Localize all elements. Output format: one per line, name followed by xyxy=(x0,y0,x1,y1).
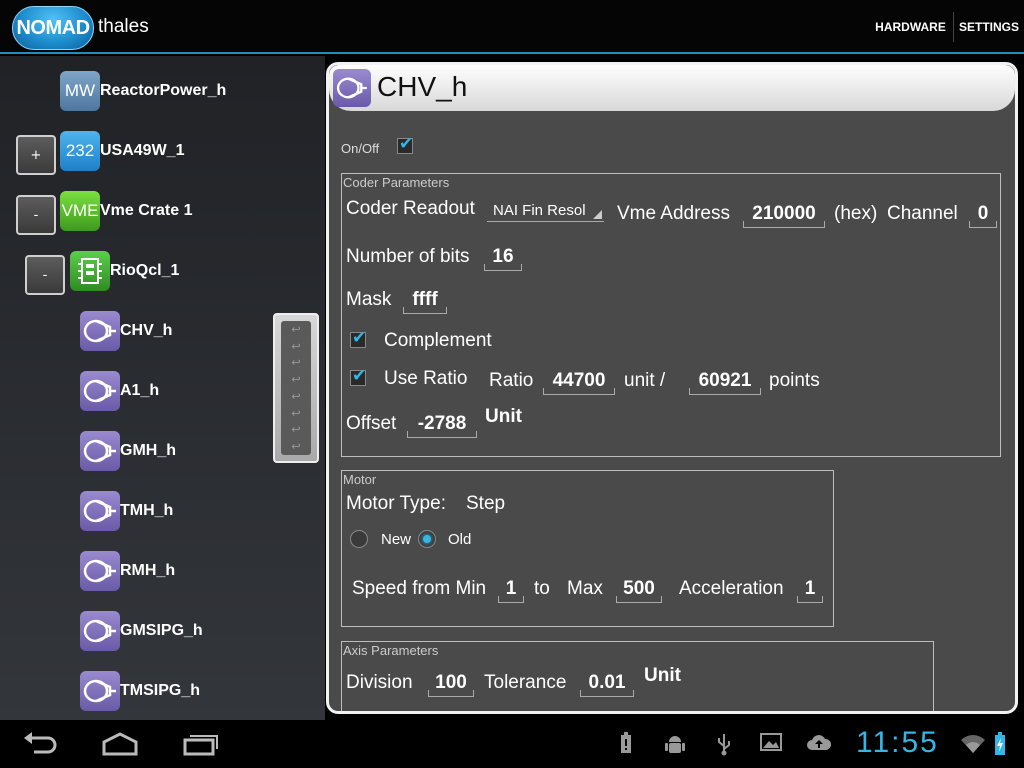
use-ratio-checkbox[interactable] xyxy=(350,366,366,386)
mask-label: Mask xyxy=(346,289,392,310)
battery-charging-icon xyxy=(994,732,1006,761)
motor-icon xyxy=(333,69,371,107)
offset-field[interactable]: -2788 xyxy=(407,413,477,438)
wifi-icon xyxy=(960,734,986,759)
usb-icon xyxy=(716,732,732,761)
circuit-board-icon xyxy=(70,251,110,291)
max-label: Max xyxy=(567,578,603,599)
motor-type-value: Step xyxy=(466,493,506,514)
settings-button[interactable]: SETTINGS xyxy=(955,12,1023,42)
ratio-units-field[interactable]: 44700 xyxy=(543,370,615,395)
channel-field[interactable]: 0 xyxy=(969,203,997,228)
old-radio[interactable] xyxy=(418,530,436,548)
ratio-label: Ratio xyxy=(489,370,534,391)
offset-unit-label: Unit xyxy=(485,406,522,427)
app-logo[interactable]: NOMAD xyxy=(12,6,94,50)
serial-port-icon: 232 xyxy=(60,131,100,171)
motor-group: Motor Motor Type: Step New Old Speed fro… xyxy=(341,470,834,627)
action-bar: NOMAD thales HARDWARE SETTINGS xyxy=(0,0,1024,54)
detail-header: CHV_h xyxy=(329,65,1015,111)
coder-parameters-group: Coder Parameters Coder Readout NAI Fin R… xyxy=(341,173,1001,457)
group-title: Axis Parameters xyxy=(343,643,439,658)
motor-icon xyxy=(80,611,120,651)
axis-unit-label: Unit xyxy=(644,665,681,686)
tree-item-tmsipg[interactable]: TMSIPG_h xyxy=(120,682,200,700)
offset-label: Offset xyxy=(346,413,397,434)
new-radio[interactable] xyxy=(350,530,368,548)
coder-readout-label: Coder Readout xyxy=(346,198,475,219)
home-icon[interactable] xyxy=(101,730,139,762)
collapse-button[interactable]: - xyxy=(25,255,65,295)
tolerance-field[interactable]: 0.01 xyxy=(580,672,634,697)
complement-checkbox[interactable] xyxy=(350,328,366,348)
speed-max-field[interactable]: 500 xyxy=(616,578,662,603)
bits-field[interactable]: 16 xyxy=(484,246,522,271)
system-bar: 11:55 xyxy=(0,720,1024,768)
drag-grip-icon: ↩ ↩ ↩ ↩ ↩ ↩ ↩ ↩ xyxy=(281,321,311,455)
motor-icon xyxy=(80,491,120,531)
new-label: New xyxy=(381,531,412,548)
tree-item-gmsipg[interactable]: GMSIPG_h xyxy=(120,622,203,640)
motor-icon xyxy=(80,551,120,591)
vme-address-field[interactable]: 210000 xyxy=(743,203,825,228)
tree-item-vme-crate[interactable]: Vme Crate 1 xyxy=(100,202,193,220)
speed-min-field[interactable]: 1 xyxy=(498,578,524,603)
detail-title: CHV_h xyxy=(377,71,468,102)
tree-item-tmh[interactable]: TMH_h xyxy=(120,502,173,520)
onoff-checkbox[interactable] xyxy=(397,134,413,154)
back-icon[interactable] xyxy=(22,730,58,762)
old-label: Old xyxy=(448,531,472,548)
group-title: Coder Parameters xyxy=(343,175,450,190)
motor-icon xyxy=(80,671,120,711)
vme-crate-icon: VME xyxy=(60,191,100,231)
expand-button[interactable]: + xyxy=(16,135,56,175)
android-debug-icon xyxy=(664,732,686,761)
cloud-upload-icon xyxy=(806,732,832,757)
ratio-points-field[interactable]: 60921 xyxy=(689,370,761,395)
power-meter-icon: MW xyxy=(60,71,100,111)
acceleration-label: Acceleration xyxy=(679,578,784,599)
tree-item-rmh[interactable]: RMH_h xyxy=(120,562,175,580)
group-title: Motor xyxy=(343,472,377,487)
hardware-button[interactable]: HARDWARE xyxy=(868,12,954,42)
axis-parameters-group: Axis Parameters Division 100 Tolerance 0… xyxy=(341,641,934,711)
tree-item-rioqcl[interactable]: RioQcl_1 xyxy=(110,262,179,280)
division-label: Division xyxy=(346,672,413,693)
recent-apps-icon[interactable] xyxy=(182,730,220,762)
tree-item-gmh[interactable]: GMH_h xyxy=(120,442,176,460)
points-label: points xyxy=(769,370,820,391)
onoff-label: On/Off xyxy=(341,141,380,156)
gallery-icon xyxy=(760,732,782,757)
detail-panel: CHV_h On/Off Coder Parameters Coder Read… xyxy=(326,62,1018,714)
channel-label: Channel xyxy=(887,203,958,224)
tree-item-a1[interactable]: A1_h xyxy=(120,382,159,400)
use-ratio-label: Use Ratio xyxy=(384,368,468,389)
collapse-button[interactable]: - xyxy=(16,195,56,235)
motor-icon xyxy=(80,431,120,471)
mask-field[interactable]: ffff xyxy=(403,289,447,314)
motor-icon xyxy=(80,311,120,351)
division-field[interactable]: 100 xyxy=(428,672,474,697)
coder-readout-spinner[interactable]: NAI Fin Resol xyxy=(487,202,604,222)
tolerance-label: Tolerance xyxy=(484,672,567,693)
motor-type-label: Motor Type: xyxy=(346,493,446,514)
tree-item-reactorpower[interactable]: ReactorPower_h xyxy=(100,82,226,100)
clock: 11:55 xyxy=(856,726,939,759)
complement-label: Complement xyxy=(384,330,492,351)
speed-min-label: Speed from Min xyxy=(352,578,487,599)
bits-label: Number of bits xyxy=(346,246,470,267)
vme-address-label: Vme Address xyxy=(617,203,730,224)
unit-per-label: unit / xyxy=(624,370,666,391)
scroll-handle[interactable]: ↩ ↩ ↩ ↩ ↩ ↩ ↩ ↩ xyxy=(273,313,319,463)
tree-item-usa49w[interactable]: USA49W_1 xyxy=(100,142,184,160)
app-title: thales xyxy=(98,16,149,37)
motor-icon xyxy=(80,371,120,411)
acceleration-field[interactable]: 1 xyxy=(797,578,823,603)
tree-item-chv[interactable]: CHV_h xyxy=(120,322,172,340)
battery-warning-icon xyxy=(620,732,632,759)
to-label: to xyxy=(534,578,550,599)
hex-label: (hex) xyxy=(834,203,878,224)
